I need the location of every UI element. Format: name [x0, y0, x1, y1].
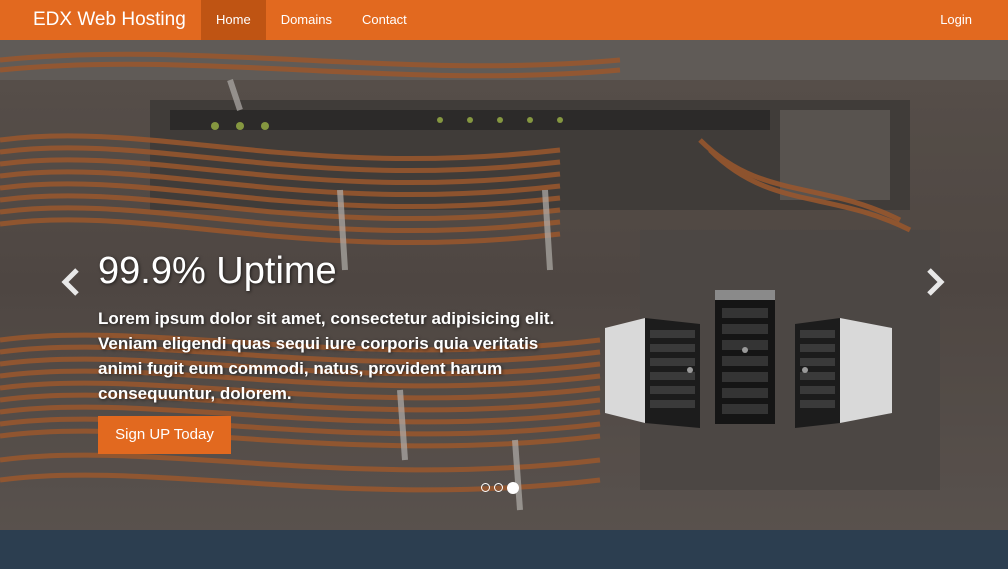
chevron-left-icon[interactable] — [60, 266, 82, 298]
server-towers-image — [605, 290, 892, 428]
hero-lead-text: Lorem ipsum dolor sit amet, consectetur … — [98, 309, 555, 403]
brand-logo[interactable]: EDX Web Hosting — [33, 0, 186, 40]
top-navbar: EDX Web Hosting Home Domains Contact Log… — [0, 0, 1008, 40]
hero-headline: 99.9% Uptime — [98, 250, 337, 292]
chevron-right-icon[interactable] — [924, 266, 946, 298]
nav-item-contact[interactable]: Contact — [347, 0, 422, 40]
nav-item-home[interactable]: Home — [201, 0, 266, 40]
carousel-indicator-active[interactable] — [507, 482, 519, 494]
carousel-indicator[interactable] — [494, 483, 503, 492]
nav-item-domains[interactable]: Domains — [266, 0, 347, 40]
login-link[interactable]: Login — [940, 0, 972, 40]
carousel-indicators — [481, 482, 519, 494]
sign-up-button[interactable]: Sign UP Today — [98, 416, 231, 454]
carousel-indicator[interactable] — [481, 483, 490, 492]
main-nav: Home Domains Contact — [201, 0, 422, 40]
hero-carousel: 99.9% Uptime Lorem ipsum dolor sit amet,… — [0, 40, 1008, 530]
footer-band — [0, 530, 1008, 569]
